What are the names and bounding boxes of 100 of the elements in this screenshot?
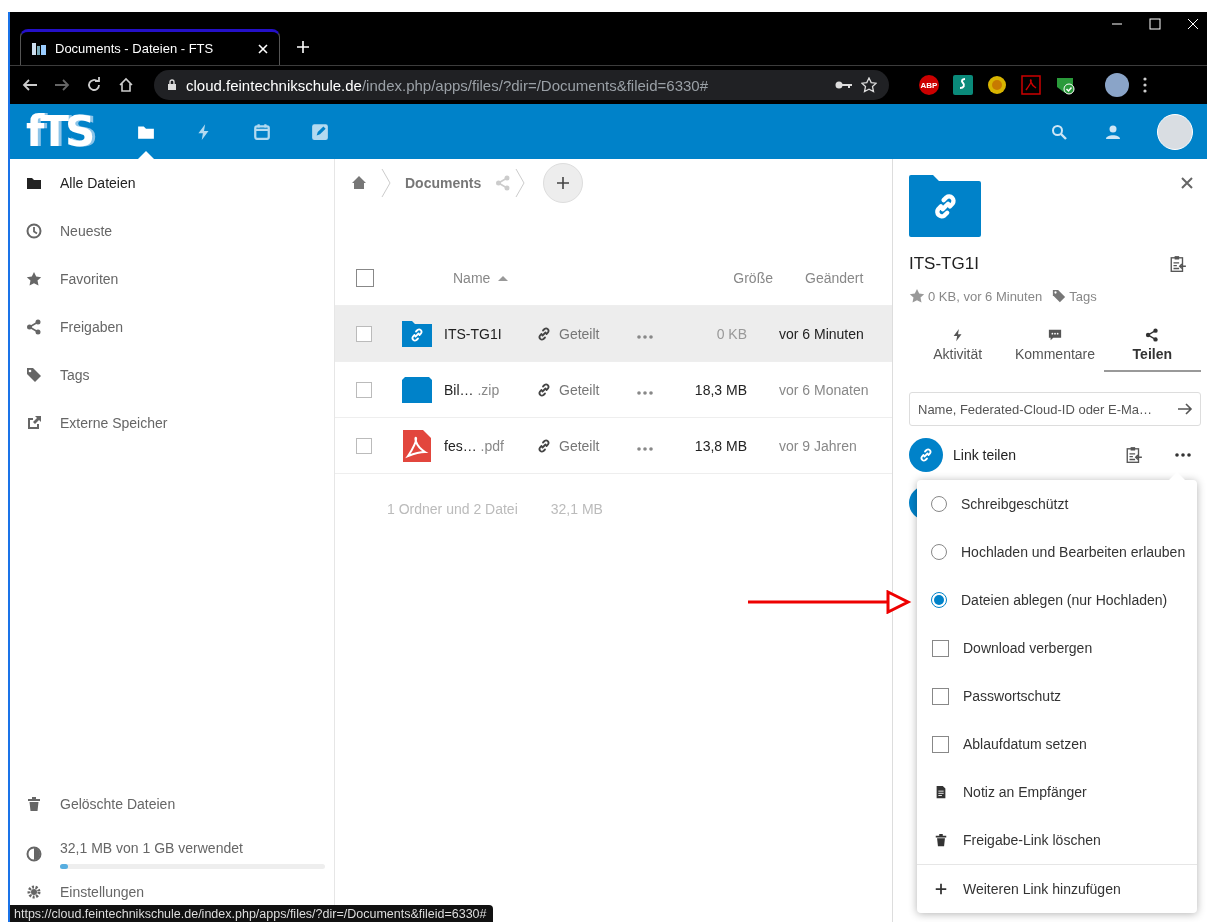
contacts-icon[interactable] (1103, 123, 1121, 140)
address-bar[interactable]: cloud.feintechnikschule.de/index.php/apps/files/?dir=/Documents&fileid=6330# (154, 70, 889, 100)
clipboard-icon[interactable] (1125, 446, 1143, 464)
maximize-icon[interactable] (1149, 18, 1161, 30)
shared-link[interactable]: Geteilt (536, 325, 631, 342)
link-share-label: Link teilen (953, 447, 1018, 463)
tags-link[interactable]: Tags (1052, 288, 1097, 304)
menu-item[interactable]: Ablaufdatum setzen (917, 720, 1197, 768)
breadcrumb-chevron-icon (381, 168, 391, 198)
trash-icon (26, 796, 42, 812)
sidebar-item[interactable]: Gelöschte Dateien (10, 780, 334, 828)
back-arrow-icon[interactable] (22, 77, 38, 93)
checkbox[interactable] (932, 639, 949, 657)
file-meta: 0 KB, vor 6 Minuten (909, 288, 1043, 304)
checkbox[interactable] (932, 735, 949, 753)
comment-icon (1048, 328, 1062, 342)
key-icon[interactable] (835, 80, 853, 90)
plus-icon (556, 176, 571, 190)
share-search-field[interactable]: Name, Federated-Cloud-ID oder E-Ma… (909, 392, 1201, 426)
sidebar-item[interactable]: Alle Dateien (10, 159, 334, 207)
checkbox[interactable] (932, 687, 949, 705)
url-text: cloud.feintechnikschule.de/index.php/apps/files/?dir=/Documents&fileid=6330# (186, 76, 709, 94)
shared-folder-icon (402, 320, 432, 347)
sidebar-item[interactable]: Freigaben (10, 303, 334, 351)
details-tab[interactable]: Kommentare (1006, 322, 1104, 372)
tag-icon (26, 367, 42, 383)
plus-icon (934, 882, 948, 896)
shared-folder-icon (909, 175, 981, 237)
user-avatar[interactable] (1157, 113, 1193, 150)
menu-item[interactable]: Download verbergen (917, 624, 1197, 672)
forward-arrow-icon[interactable] (54, 77, 70, 93)
sidebar-item[interactable]: Neueste (10, 207, 334, 255)
select-all-checkbox[interactable] (356, 269, 374, 287)
arrow-right-icon[interactable] (1177, 401, 1193, 417)
tab-title: Documents - Dateien - FTS (55, 41, 215, 56)
home-icon[interactable] (118, 77, 134, 93)
link-icon (918, 447, 934, 463)
share-icon (26, 319, 42, 335)
star-icon[interactable] (861, 77, 877, 93)
row-checkbox[interactable] (356, 437, 372, 454)
details-tab[interactable]: Aktivität (909, 322, 1007, 372)
sidebar-item[interactable]: Favoriten (10, 255, 334, 303)
browser-tab[interactable]: Documents - Dateien - FTS (20, 29, 280, 65)
clipboard-icon[interactable] (1169, 255, 1187, 273)
sidebar-item[interactable]: Externe Speicher (10, 399, 334, 447)
menu-item[interactable]: Passwortschutz (917, 672, 1197, 720)
new-button[interactable] (543, 163, 584, 203)
file-row[interactable]: fes… .pdf Geteilt 13,8 MB vor 9 Jahren (335, 418, 892, 474)
menu-item[interactable]: Notiz an Empfänger (917, 768, 1197, 816)
file-name[interactable]: ITS-TG1I (444, 325, 536, 342)
star-icon[interactable] (909, 288, 925, 304)
menu-item[interactable]: Freigabe-Link löschen (917, 816, 1197, 864)
star-icon (26, 271, 42, 287)
menu-item[interactable]: Hochladen und Bearbeiten erlauben (917, 528, 1197, 576)
more-menu-icon[interactable] (1143, 77, 1147, 93)
status-url-tooltip: https://cloud.feintechnikschule.de/index.php/apps/files/?dir=/Documents&fileid=6330# (10, 905, 493, 922)
search-icon[interactable] (1051, 123, 1067, 140)
column-header[interactable]: Geändert (805, 270, 864, 286)
tag-icon (1052, 289, 1067, 303)
pie-icon (26, 846, 42, 862)
file-name[interactable]: Bil… .zip (444, 381, 536, 398)
pdf-extension-icon[interactable] (1021, 75, 1041, 95)
extension-icon[interactable] (987, 75, 1007, 95)
profile-avatar[interactable] (1105, 73, 1129, 97)
row-checkbox[interactable] (356, 381, 372, 398)
column-header[interactable]: Größe (673, 270, 773, 286)
details-tab[interactable]: Teilen (1103, 322, 1201, 372)
column-header[interactable]: Name (453, 270, 491, 286)
pencil-note-icon (311, 122, 330, 141)
shared-link[interactable]: Geteilt (536, 381, 631, 398)
radio-button[interactable] (931, 544, 947, 560)
sort-up-icon[interactable] (498, 275, 509, 281)
file-name[interactable]: fes… .pdf (444, 437, 536, 454)
archive-file-icon (402, 376, 432, 403)
extension-button[interactable]: ABP (919, 75, 939, 95)
logo[interactable]: fTS (26, 110, 92, 153)
link-icon (536, 325, 552, 342)
document-icon (934, 785, 948, 799)
radio-button[interactable] (931, 496, 947, 512)
menu-item[interactable]: Schreibgeschützt (917, 480, 1197, 528)
quota-text: 32,1 MB von 1 GB verwendet (60, 840, 244, 856)
radio-button[interactable] (931, 592, 947, 608)
settings-icon (26, 884, 42, 900)
file-row[interactable]: Bil… .zip Geteilt 18,3 MB vor 6 Monaten (335, 362, 892, 418)
reload-icon[interactable] (86, 77, 102, 93)
link-icon (536, 381, 552, 398)
extension-icon[interactable] (1055, 75, 1075, 95)
breadcrumb-item[interactable]: Documents (405, 175, 482, 191)
file-size: 18,3 MB (693, 381, 747, 398)
sidebar-item[interactable]: Tags (10, 351, 334, 399)
row-checkbox[interactable] (356, 325, 372, 342)
more-actions-icon[interactable] (1175, 453, 1191, 457)
calendar-icon (253, 122, 272, 141)
file-modified: vor 6 Monaten (779, 381, 869, 398)
shared-link[interactable]: Geteilt (536, 437, 631, 454)
new-tab-plus-icon[interactable] (296, 40, 310, 54)
menu-item[interactable]: Weiteren Link hinzufügen (917, 864, 1197, 913)
file-row[interactable]: ITS-TG1I Geteilt 0 KB vor 6 Minuten (335, 306, 892, 362)
menu-item[interactable]: Dateien ablegen (nur Hochladen) (917, 576, 1197, 624)
folder-icon (26, 175, 42, 191)
